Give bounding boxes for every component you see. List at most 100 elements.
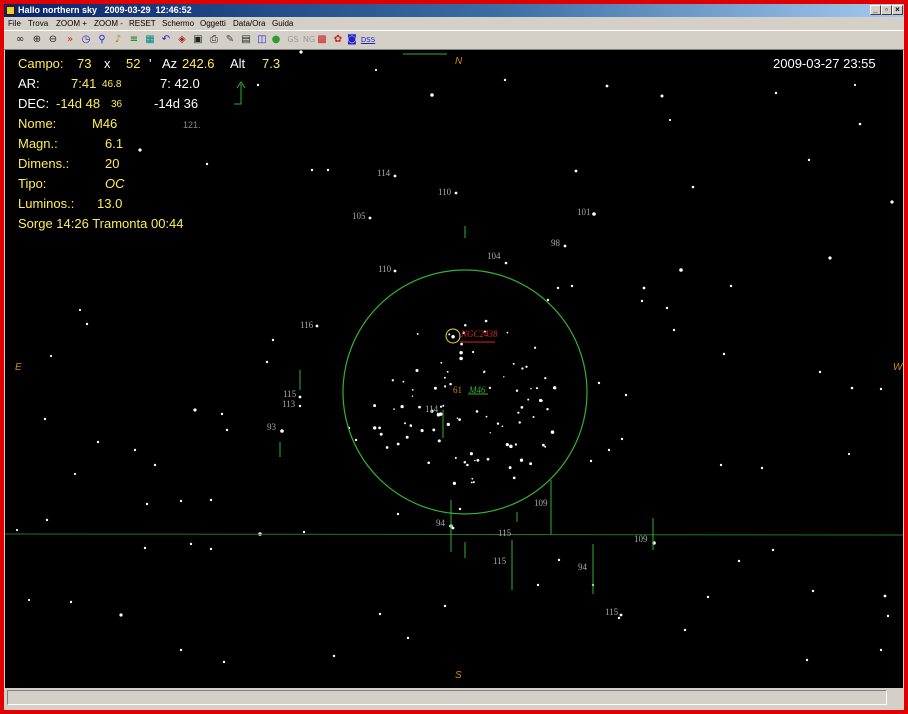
mag-label: 105 xyxy=(352,211,366,221)
star xyxy=(443,385,447,388)
compass-north: N xyxy=(455,56,463,67)
star xyxy=(535,387,539,390)
star xyxy=(265,360,269,364)
flag-icon[interactable]: ◫ xyxy=(256,34,268,46)
star xyxy=(459,350,463,355)
menu-zoom-out[interactable]: ZOOM - xyxy=(94,17,123,30)
star xyxy=(409,424,413,427)
ar-label: AR: xyxy=(18,76,40,91)
menu-trova[interactable]: Trova xyxy=(28,17,48,30)
menu-schermo[interactable]: Schermo xyxy=(162,17,194,30)
walk-icon[interactable]: ⚲ xyxy=(96,34,108,46)
minimize-button[interactable]: _ xyxy=(870,5,881,15)
star xyxy=(205,162,209,166)
star xyxy=(446,422,450,427)
star xyxy=(456,417,459,419)
star xyxy=(557,558,561,562)
color-icon[interactable]: ✿ xyxy=(332,34,344,46)
print-icon[interactable]: ⎙ xyxy=(208,34,220,46)
magn-label: Magn.: xyxy=(18,136,58,151)
star xyxy=(470,481,473,484)
menu-data-ora[interactable]: Data/Ora xyxy=(233,17,265,30)
az-label: Az xyxy=(162,56,178,71)
star xyxy=(679,268,683,272)
star xyxy=(280,429,284,433)
dec-label: DEC: xyxy=(18,96,50,111)
app-window: Hallo northern sky 2009-03-29 12:46:52 _… xyxy=(4,4,904,710)
menu-zoom-in[interactable]: ZOOM + xyxy=(56,17,87,30)
star xyxy=(536,583,540,587)
menu-reset[interactable]: RESET xyxy=(129,17,156,30)
zoom-out-icon[interactable]: ⊖ xyxy=(47,34,59,46)
star-field xyxy=(15,50,894,664)
mag-label: 104 xyxy=(487,251,501,261)
star xyxy=(368,216,372,220)
star xyxy=(853,83,857,87)
star xyxy=(504,261,508,265)
campo-width: 73 xyxy=(77,56,92,71)
close-button[interactable]: × xyxy=(892,5,903,15)
ngc-icon[interactable]: NG xyxy=(302,34,316,46)
m46-magnitude: 61 xyxy=(453,385,462,395)
star xyxy=(472,481,475,484)
dimens-value: 20 xyxy=(105,156,120,171)
star xyxy=(220,412,224,416)
calendar-icon[interactable]: ▩ xyxy=(316,34,328,46)
star xyxy=(486,457,490,461)
star xyxy=(550,430,555,434)
star xyxy=(193,408,197,412)
menu-oggetti[interactable]: Oggetti xyxy=(200,17,226,30)
grid-icon[interactable]: ▦ xyxy=(144,34,156,46)
compass-south: S xyxy=(455,670,462,681)
star xyxy=(683,628,687,632)
undo-icon[interactable]: ↶ xyxy=(160,34,172,46)
star xyxy=(458,507,462,511)
star xyxy=(379,432,383,436)
star xyxy=(475,410,479,413)
book-icon[interactable]: ◈ xyxy=(176,34,188,46)
menu-file[interactable]: File xyxy=(8,17,21,30)
star xyxy=(691,185,695,189)
star xyxy=(378,426,381,430)
gs-icon[interactable]: GS xyxy=(286,34,300,46)
tipo-value: OC xyxy=(105,176,125,191)
star xyxy=(525,365,528,368)
ngc2438-label[interactable]: NGC2438 xyxy=(461,329,498,339)
star xyxy=(541,399,543,402)
dec-fraction: 36 xyxy=(111,99,123,110)
star xyxy=(879,648,883,652)
sky-map[interactable]: Campo: 73 x 52 ' Az 242.6 Alt 7.3 2009-0… xyxy=(5,50,903,688)
star xyxy=(483,370,486,373)
star xyxy=(729,284,733,288)
dss-icon[interactable]: DSS xyxy=(360,34,376,46)
star xyxy=(225,428,229,432)
zoom-in-icon[interactable]: ⊕ xyxy=(31,34,43,46)
film-icon[interactable]: ▤ xyxy=(240,34,252,46)
star xyxy=(719,463,723,467)
star xyxy=(805,658,809,662)
fast-icon[interactable]: » xyxy=(64,34,76,46)
star xyxy=(430,93,434,97)
star xyxy=(883,594,887,598)
camera-icon[interactable]: ◙ xyxy=(346,34,358,46)
tools-icon[interactable]: ✎ xyxy=(224,34,236,46)
maximize-button[interactable]: ▫ xyxy=(881,5,892,15)
star xyxy=(96,440,100,444)
star xyxy=(437,439,441,443)
dimens-label: Dimens.: xyxy=(18,156,70,171)
star xyxy=(448,333,451,336)
list-icon[interactable]: ≡ xyxy=(128,34,140,46)
star xyxy=(509,444,513,449)
menu-guida[interactable]: Guida xyxy=(272,17,293,30)
save-icon[interactable]: ▣ xyxy=(192,34,204,46)
bell-icon[interactable]: ♪ xyxy=(112,34,124,46)
sky-canvas[interactable] xyxy=(5,50,903,688)
m46-label[interactable]: M46 xyxy=(469,385,486,395)
binoculars-icon[interactable]: ∞ xyxy=(14,34,26,46)
star xyxy=(544,376,547,380)
clock-icon[interactable]: ◷ xyxy=(80,34,92,46)
star xyxy=(556,286,560,290)
star xyxy=(532,415,535,419)
sphere-icon[interactable]: ● xyxy=(270,34,282,46)
star xyxy=(489,432,491,434)
